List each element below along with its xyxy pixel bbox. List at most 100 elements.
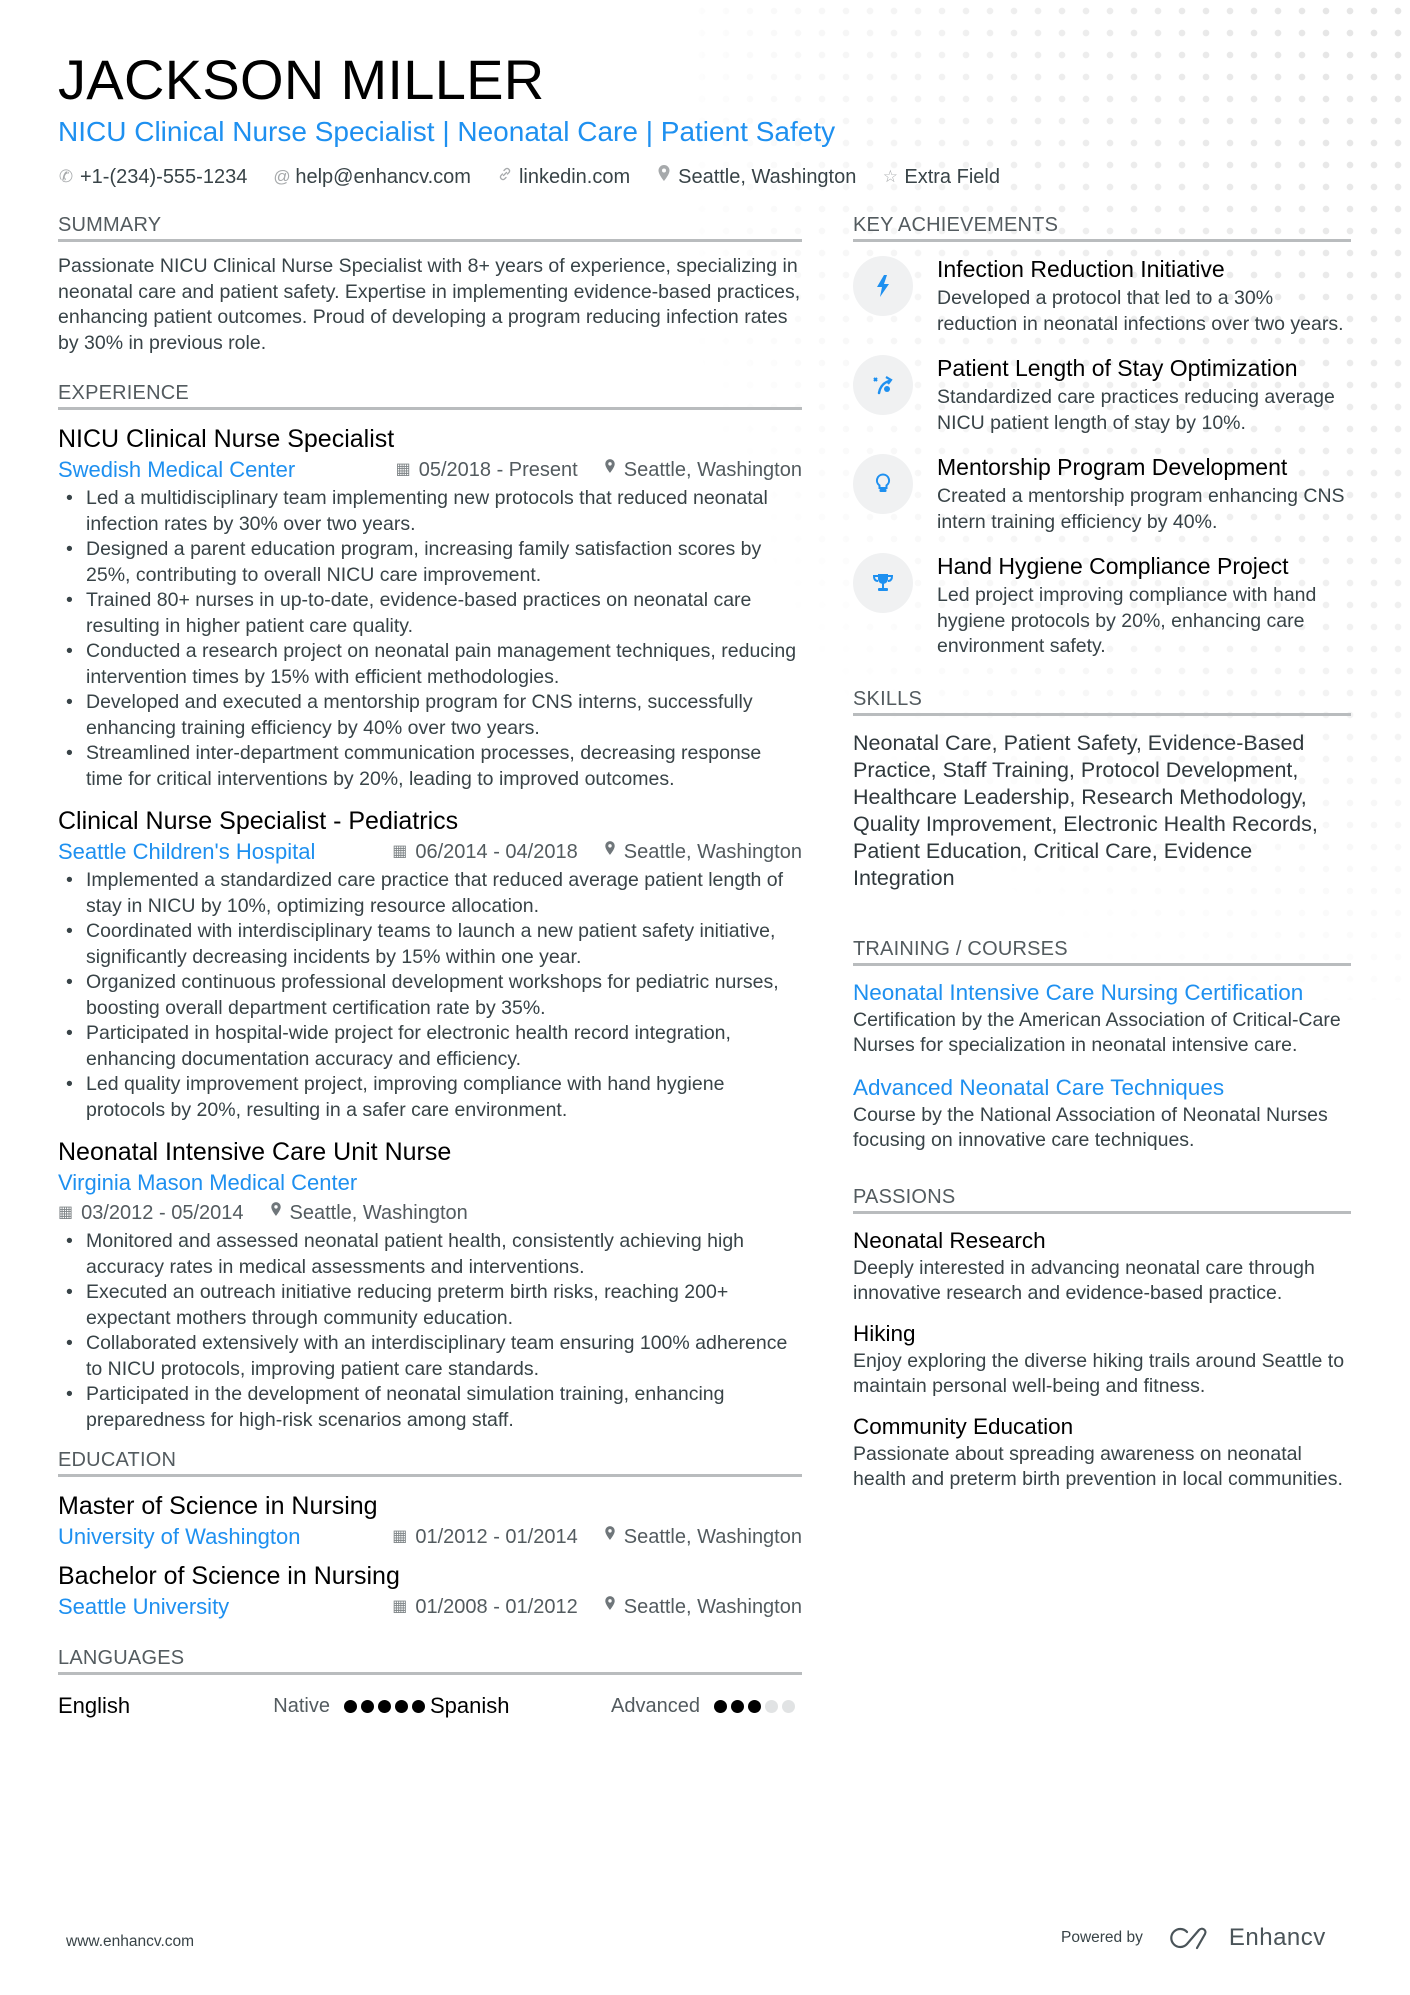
skills-heading: SKILLS <box>853 686 1351 716</box>
bullet-item: Implemented a standardized care practice… <box>58 868 802 919</box>
bullet-item: Led quality improvement project, improvi… <box>58 1072 802 1123</box>
job-location: Seattle, Washington <box>604 456 802 484</box>
footer-website-link[interactable]: www.enhancv.com <box>66 1933 194 1951</box>
experience-entry: NICU Clinical Nurse Specialist Swedish M… <box>58 422 802 792</box>
location-pin-icon <box>604 1523 616 1551</box>
bullet-item: Streamlined inter-department communicati… <box>58 741 802 792</box>
at-icon: @ <box>273 167 291 186</box>
education-entry: Master of Science in Nursing University … <box>58 1489 802 1551</box>
bullet-item: Organized continuous professional develo… <box>58 970 802 1021</box>
company-name: Seattle Children's Hospital <box>58 839 316 864</box>
job-dates: ▦ 03/2012 - 05/2014 <box>58 1199 244 1227</box>
passion-title: Neonatal Research <box>853 1227 1046 1253</box>
education-location-text: Seattle, Washington <box>623 1596 802 1618</box>
course-item: Advanced Neonatal Care Techniques Course… <box>853 1073 1351 1154</box>
calendar-icon: ▦ <box>395 461 411 478</box>
rating-dot-filled <box>361 1699 374 1713</box>
course-description: Certification by the American Associatio… <box>853 1008 1341 1057</box>
job-title: Clinical Nurse Specialist - Pediatrics <box>58 807 459 835</box>
degree-title: Bachelor of Science in Nursing <box>58 1562 400 1590</box>
left-column: SUMMARY Passionate NICU Clinical Nurse S… <box>58 212 802 1745</box>
job-meta: Seattle Children's Hospital ▦ 06/2014 - 0… <box>58 838 802 866</box>
languages-heading: LANGUAGES <box>58 1645 802 1675</box>
education-meta: University of Washington ▦ 01/2012 - 01/2… <box>58 1523 802 1551</box>
language-level: Native <box>273 1695 330 1717</box>
achievement-description: Standardized care practices reducing ave… <box>937 386 1335 434</box>
experience-section: EXPERIENCE NICU Clinical Nurse Specialis… <box>58 380 802 1433</box>
education-dates-text: 01/2008 - 01/2012 <box>415 1596 578 1618</box>
rating-dot-filled <box>714 1699 727 1713</box>
company-name: Virginia Mason Medical Center <box>58 1170 358 1195</box>
resume-page: JACKSON MILLER NICU Clinical Nurse Speci… <box>0 0 1410 1995</box>
passion-description: Passionate about spreading awareness on … <box>853 1442 1343 1491</box>
job-location: Seattle, Washington <box>270 1199 468 1227</box>
language-name: Spanish <box>430 1693 510 1718</box>
languages-row: English Native Spanish Advanced <box>58 1691 802 1721</box>
course-title: Neonatal Intensive Care Nursing Certific… <box>853 979 1304 1005</box>
location-pin-icon <box>604 838 616 866</box>
location-pin-icon <box>270 1199 282 1227</box>
achievements-section: KEY ACHIEVEMENTS Infection Reduction Ini… <box>853 212 1351 660</box>
contact-row: ✆ +1-(234)-555-1234 @ help@enhancv.com l… <box>58 164 1358 190</box>
enhancv-logo[interactable]: Enhancv <box>1169 1924 1326 1952</box>
brand-name: Enhancv <box>1228 1924 1326 1951</box>
contact-phone[interactable]: ✆ +1-(234)-555-1234 <box>58 164 247 190</box>
language-rating <box>344 1699 425 1713</box>
achievement-item: Infection Reduction Initiative Developed… <box>853 254 1351 337</box>
course-item: Neonatal Intensive Care Nursing Certific… <box>853 978 1351 1059</box>
achievement-title: Hand Hygiene Compliance Project <box>937 553 1289 579</box>
bullet-item: Monitored and assessed neonatal patient … <box>58 1229 802 1280</box>
calendar-icon: ▦ <box>58 1204 74 1221</box>
rating-dot-filled <box>344 1699 357 1713</box>
passion-title: Community Education <box>853 1413 1074 1439</box>
contact-email-text: help@enhancv.com <box>295 166 471 188</box>
strategy-arrow-icon <box>853 355 913 415</box>
contact-linkedin-text: linkedin.com <box>518 166 631 188</box>
star-icon: ☆ <box>882 167 898 186</box>
rating-dot-empty <box>765 1699 778 1713</box>
education-dates-location: ▦ 01/2012 - 01/2014 Seattle, Washington <box>392 1523 802 1551</box>
job-dates-location: ▦ 06/2014 - 04/2018 Seattle, Washington <box>392 838 802 866</box>
powered-by-label: Powered by <box>1061 1929 1143 1946</box>
job-dates-location: ▦ 03/2012 - 05/2014 Seattle, Washington <box>58 1199 802 1227</box>
lightning-bolt-icon <box>853 256 913 316</box>
achievement-title: Mentorship Program Development <box>937 454 1288 480</box>
education-meta: Seattle University ▦ 01/2008 - 01/2012 Se… <box>58 1593 802 1621</box>
phone-icon: ✆ <box>58 167 74 186</box>
passions-section: PASSIONS Neonatal Research Deeply intere… <box>853 1184 1351 1493</box>
bullet-item: Coordinated with interdisciplinary teams… <box>58 919 802 970</box>
passion-item: Community Education Passionate about spr… <box>853 1412 1351 1493</box>
job-bullets: Monitored and assessed neonatal patient … <box>58 1229 802 1433</box>
education-location-text: Seattle, Washington <box>623 1526 802 1548</box>
language-level: Advanced <box>611 1695 700 1717</box>
contact-email[interactable]: @ help@enhancv.com <box>273 164 471 190</box>
rating-dot-empty <box>782 1699 795 1713</box>
education-entry: Bachelor of Science in Nursing Seattle U… <box>58 1559 802 1621</box>
passion-item: Hiking Enjoy exploring the diverse hikin… <box>853 1319 1351 1400</box>
job-meta: Swedish Medical Center ▦ 05/2018 - Presen… <box>58 456 802 484</box>
calendar-icon: ▦ <box>392 1598 408 1615</box>
education-dates: ▦ 01/2008 - 01/2012 <box>392 1593 578 1621</box>
footer-branding: Powered by Enhancv <box>1061 1924 1326 1952</box>
rating-dot-filled <box>731 1699 744 1713</box>
contact-extra-field: ☆ Extra Field <box>882 164 1000 190</box>
achievement-title: Patient Length of Stay Optimization <box>937 355 1298 381</box>
passion-description: Enjoy exploring the diverse hiking trail… <box>853 1349 1345 1398</box>
job-dates: ▦ 05/2018 - Present <box>396 456 578 484</box>
job-title: NICU Clinical Nurse Specialist <box>58 425 395 453</box>
location-pin-icon <box>604 1593 616 1621</box>
experience-entry: Neonatal Intensive Care Unit Nurse Virgi… <box>58 1135 802 1433</box>
lightbulb-icon <box>853 454 913 514</box>
job-bullets: Led a multidisciplinary team implementin… <box>58 486 802 792</box>
course-description: Course by the National Association of Ne… <box>853 1103 1328 1152</box>
bullet-item: Participated in hospital-wide project fo… <box>58 1021 802 1072</box>
contact-linkedin[interactable]: linkedin.com <box>497 164 630 190</box>
education-section: EDUCATION Master of Science in Nursing U… <box>58 1447 802 1621</box>
language-item: English Native <box>58 1691 430 1721</box>
passion-item: Neonatal Research Deeply interested in a… <box>853 1226 1351 1307</box>
calendar-icon: ▦ <box>392 1528 408 1545</box>
job-dates-text: 05/2018 - Present <box>418 459 578 481</box>
bullet-item: Led a multidisciplinary team implementin… <box>58 486 802 537</box>
language-name: English <box>58 1693 131 1718</box>
company-name: Swedish Medical Center <box>58 457 296 482</box>
